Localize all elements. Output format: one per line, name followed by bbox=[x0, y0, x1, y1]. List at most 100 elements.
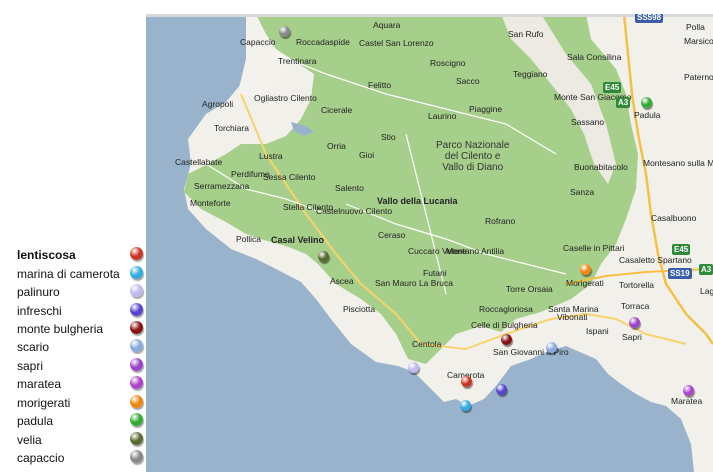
legend-label: capaccio bbox=[17, 451, 65, 465]
place-label: Cicerale bbox=[321, 105, 353, 115]
legend-item-morigerati[interactable]: morigerati bbox=[0, 395, 146, 413]
legend-item-scario[interactable]: scario bbox=[0, 339, 146, 357]
palinuro-pin-icon[interactable] bbox=[408, 362, 419, 373]
legend-item-palinuro[interactable]: palinuro bbox=[0, 284, 146, 302]
place-label: Sapri bbox=[622, 332, 642, 342]
capaccio-pin-icon[interactable] bbox=[279, 26, 290, 37]
place-label: Ogliastro Cilento bbox=[254, 93, 317, 103]
map-view[interactable]: Parco Nazionale del Cilento e Vallo di D… bbox=[146, 14, 713, 472]
place-label: Trentinara bbox=[278, 56, 317, 66]
velia-pin-icon[interactable] bbox=[318, 251, 329, 262]
place-label: Sassano bbox=[571, 117, 605, 127]
place-label: Vallo della Lucania bbox=[377, 196, 458, 206]
place-label: Montano Antilia bbox=[446, 246, 505, 256]
legend-item-sapri[interactable]: sapri bbox=[0, 358, 146, 376]
legend-item-capaccio[interactable]: capaccio bbox=[0, 450, 146, 468]
place-label: Celle di Bulgheria bbox=[471, 320, 538, 330]
place-label: Ispani bbox=[586, 326, 609, 336]
place-label: Sacco bbox=[456, 76, 480, 86]
place-label: Caselle in Pittari bbox=[563, 243, 625, 253]
place-label: Torchiara bbox=[214, 123, 249, 133]
place-label: Padula bbox=[634, 110, 661, 120]
maratea-pin-icon[interactable] bbox=[683, 385, 694, 396]
legend-item-padula[interactable]: padula bbox=[0, 413, 146, 431]
place-label: Tortorella bbox=[619, 280, 654, 290]
scario-pin-icon[interactable] bbox=[546, 342, 557, 353]
pin-icon bbox=[130, 450, 143, 463]
pin-icon bbox=[130, 376, 143, 389]
road-shield: SS598 bbox=[635, 14, 664, 23]
pin-icon bbox=[130, 284, 143, 297]
legend-item-monte-bulgheria[interactable]: monte bulgheria bbox=[0, 321, 146, 339]
place-label: Stio bbox=[381, 132, 396, 142]
morigerati-pin-icon[interactable] bbox=[580, 264, 591, 275]
pin-icon bbox=[130, 413, 143, 426]
pin-icon bbox=[130, 395, 143, 408]
place-label: Ascea bbox=[330, 276, 354, 286]
place-label: Torraca bbox=[621, 301, 650, 311]
legend-label: padula bbox=[17, 414, 54, 428]
place-label: Castellabate bbox=[175, 157, 223, 167]
legend-label: palinuro bbox=[17, 285, 60, 299]
legend-label: velia bbox=[17, 433, 42, 447]
place-label: Roccadaspide bbox=[296, 37, 350, 47]
legend-label: lentiscosa bbox=[17, 248, 76, 262]
place-label: Agropoli bbox=[202, 99, 234, 109]
place-label: Torre Orsaia bbox=[506, 284, 553, 294]
place-label: Casal Velino bbox=[271, 235, 325, 245]
place-label: Laurino bbox=[428, 111, 457, 121]
park-label-line: Parco Nazionale bbox=[436, 140, 510, 151]
place-label: Pisciotta bbox=[343, 304, 376, 314]
place-label: Vibonati bbox=[557, 312, 588, 322]
legend-label: morigerati bbox=[17, 396, 71, 410]
lentiscosa-pin-icon[interactable] bbox=[461, 376, 472, 387]
place-label: Castel San Lorenzo bbox=[359, 38, 434, 48]
place-label: Rofrano bbox=[485, 216, 516, 226]
place-label: Castelnuovo Cilento bbox=[316, 206, 393, 216]
place-label: Serramezzana bbox=[194, 181, 250, 191]
pin-icon bbox=[130, 266, 143, 279]
place-label: Centola bbox=[412, 339, 442, 349]
sapri-pin-icon[interactable] bbox=[629, 317, 640, 328]
marina-di-camerota-pin-icon[interactable] bbox=[460, 400, 471, 411]
place-label: Montesano sulla Marcellana bbox=[643, 158, 713, 168]
place-label: Maratea bbox=[671, 396, 703, 406]
place-label: Sanza bbox=[570, 187, 595, 197]
place-label: Lago bbox=[700, 286, 713, 296]
place-label: Futani bbox=[423, 268, 447, 278]
pin-icon bbox=[130, 321, 143, 334]
place-label: Marsico Nuovo bbox=[684, 36, 713, 46]
place-label: Piaggine bbox=[469, 104, 503, 114]
road-shield: SS19 bbox=[668, 268, 692, 279]
pin-icon bbox=[130, 303, 143, 316]
legend-item-lentiscosa[interactable]: lentiscosa bbox=[0, 247, 146, 265]
place-label: Polla bbox=[686, 22, 705, 32]
legend-label: infreschi bbox=[17, 304, 62, 318]
legend-panel: lentiscosa marina di camerota palinuro i… bbox=[0, 0, 146, 472]
legend-item-velia[interactable]: velia bbox=[0, 432, 146, 450]
place-label: Roccagloriosa bbox=[479, 304, 533, 314]
infreschi-pin-icon[interactable] bbox=[496, 384, 507, 395]
place-label: Monteforte bbox=[190, 198, 231, 208]
place-label: Sessa Cilento bbox=[263, 172, 316, 182]
place-label: Paterno bbox=[684, 72, 713, 82]
legend-item-marina-di-camerota[interactable]: marina di camerota bbox=[0, 266, 146, 284]
pin-icon bbox=[130, 247, 143, 260]
place-label: Pollica bbox=[236, 234, 262, 244]
place-label: Capaccio bbox=[240, 37, 276, 47]
monte-bulgheria-pin-icon[interactable] bbox=[501, 334, 512, 345]
legend-label: scario bbox=[17, 340, 50, 354]
road-shield: A3 bbox=[616, 97, 631, 108]
park-label-line: Vallo di Diano bbox=[442, 162, 504, 173]
legend-item-infreschi[interactable]: infreschi bbox=[0, 303, 146, 321]
legend-item-maratea[interactable]: maratea bbox=[0, 376, 146, 394]
place-label: Roscigno bbox=[430, 58, 466, 68]
park-label-line: del Cilento e bbox=[444, 151, 501, 162]
pin-icon bbox=[130, 358, 143, 371]
place-label: San Giovanni a Piro bbox=[493, 347, 569, 357]
legend-label: monte bulgheria bbox=[17, 322, 104, 336]
place-label: Orria bbox=[327, 141, 346, 151]
place-label: Felitto bbox=[368, 80, 392, 90]
place-label: Gioi bbox=[359, 150, 375, 160]
padula-pin-icon[interactable] bbox=[641, 97, 652, 108]
